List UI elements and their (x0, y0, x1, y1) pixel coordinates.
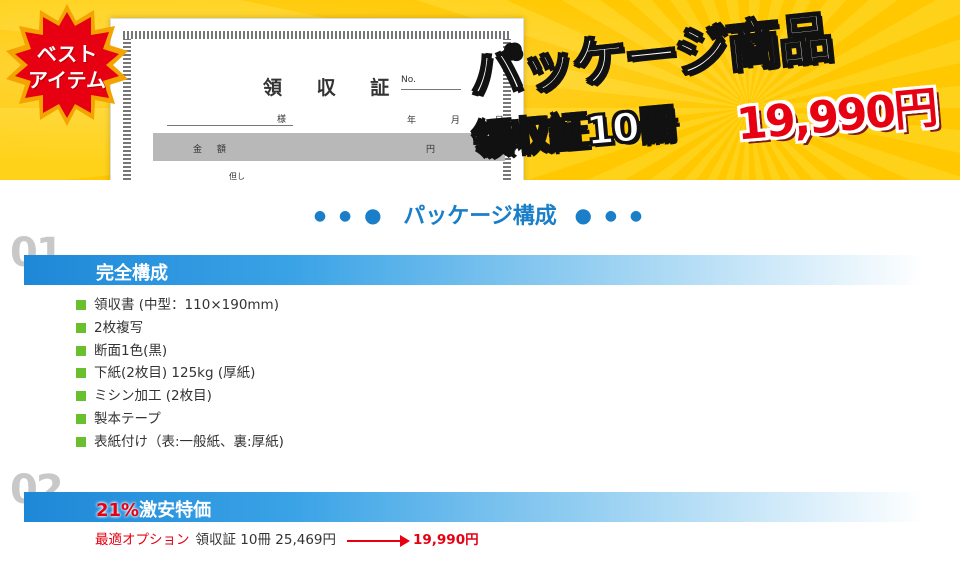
package-title-text: パッケージ構成 (403, 204, 557, 229)
list-item: 製本テープ (76, 408, 284, 431)
option-line: 最適オプション 領収証 10冊 25,469円 (95, 531, 336, 549)
list-item: 断面1色(黒) (76, 340, 284, 363)
arrowhead-icon (400, 535, 410, 547)
hero-banner: 領 収 証 No. 様 年 月 日 金 額 円 但し ベスト アイテム パッケー… (0, 0, 960, 180)
option-label: 最適オプション (95, 532, 190, 548)
badge-line-2: アイテム (28, 68, 106, 92)
bullet-square-icon (76, 322, 86, 333)
receipt-title: 領 収 証 (263, 77, 404, 99)
best-item-badge: ベスト アイテム (6, 4, 128, 126)
bullet-square-icon (76, 413, 86, 424)
receipt-amount-label: 金 額 (193, 145, 232, 155)
discount-percent: 21% (96, 500, 140, 521)
bullet-square-icon (76, 391, 86, 402)
list-item: 領収書 (中型：110×190mm) (76, 294, 284, 317)
dots-right-icon: ● ● ● (574, 203, 647, 227)
arrow-right-icon (347, 540, 405, 542)
badge-line-1: ベスト (36, 42, 98, 66)
receipt-tadashi: 但し (229, 172, 245, 180)
receipt-image: 領 収 証 No. 様 年 月 日 金 額 円 但し (110, 18, 524, 180)
list-item: 表紙付け（表:一般紙、裏:厚紙) (76, 431, 284, 454)
list-item: 下紙(2枚目) 125kg (厚紙) (76, 362, 284, 385)
bullet-square-icon (76, 368, 86, 379)
bullet-square-icon (76, 436, 86, 447)
receipt-sama-line (167, 125, 293, 126)
bullet-square-icon (76, 345, 86, 356)
option-sale-price: 19,990円 (413, 532, 479, 548)
package-title: ● ● ● パッケージ構成 ● ● ● (0, 198, 960, 230)
component-list: 領収書 (中型：110×190mm) 2枚複写 断面1色(黒) 下紙(2枚目) … (76, 294, 284, 454)
receipt-no: No. (401, 75, 416, 85)
receipt-sama: 様 (277, 115, 287, 125)
section-label-02: 21%激安特価 (96, 496, 211, 522)
receipt-yen: 円 (426, 145, 436, 155)
list-item: 2枚複写 (76, 317, 284, 340)
discount-text: 激安特価 (139, 500, 212, 521)
section-label-01: 完全構成 (96, 263, 168, 284)
banner-price: 19,990円 (734, 82, 939, 151)
receipt-no-line (401, 89, 461, 90)
list-item: ミシン加工 (2枚目) (76, 385, 284, 408)
bullet-square-icon (76, 300, 86, 310)
option-original-price: 領収証 10冊 25,469円 (195, 532, 337, 548)
dots-left-icon: ● ● ● (313, 203, 386, 227)
